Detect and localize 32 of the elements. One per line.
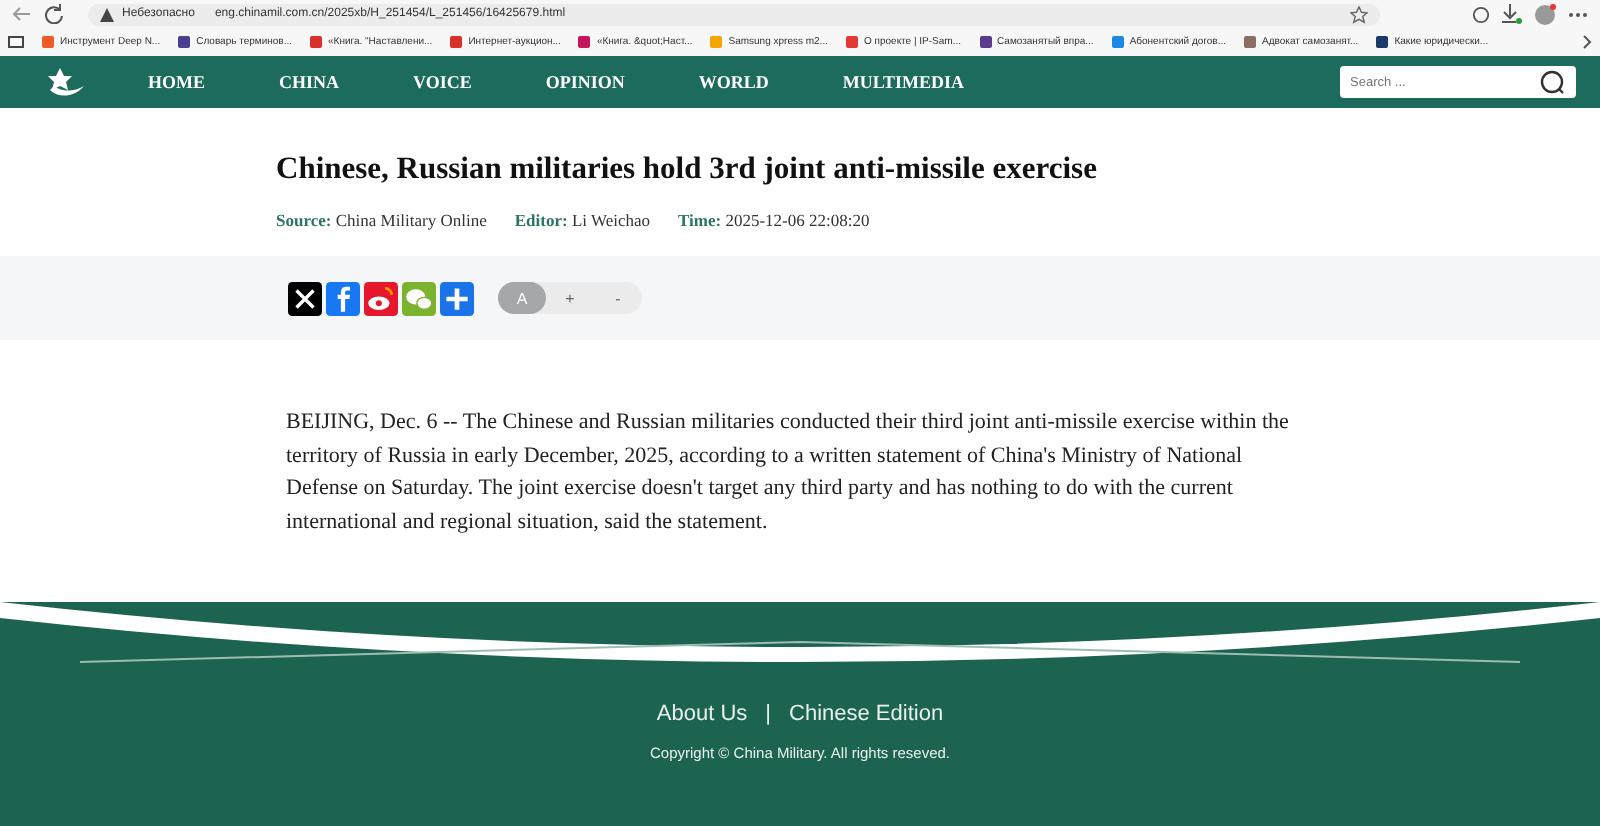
chevron-icon[interactable] [1582, 34, 1592, 50]
article-body: BEIJING, Dec. 6 -- The Chinese and Russian militaries conducted their third joint anti-missile exercise within the territory of Russia in early December, 2025, according to a written statement of China's Ministry of National Defense on Saturday. The joint exercise doesn't target any third party and has nothing to do with the current international and regional situation, said the statement. [286, 408, 1291, 537]
font-decrease-button[interactable]: - [594, 282, 642, 314]
nav-link[interactable]: WORLD [698, 72, 769, 92]
separator-text: | [765, 702, 772, 726]
footer-link[interactable]: About Us [656, 702, 748, 726]
warning-icon [100, 7, 114, 21]
meta-field: Source: China Military Online [276, 210, 487, 230]
facebook-share-icon[interactable] [326, 281, 360, 315]
font-increase-button[interactable]: + [546, 282, 594, 314]
apps-icon[interactable] [8, 35, 24, 49]
back-icon[interactable] [12, 4, 32, 24]
nav-link[interactable]: HOME [148, 72, 205, 92]
download-icon[interactable] [1502, 4, 1522, 24]
logo-icon[interactable] [44, 66, 88, 98]
reload-icon[interactable] [44, 4, 64, 24]
plus-share-icon[interactable] [440, 281, 474, 315]
search-icon[interactable] [1540, 70, 1564, 94]
extensions-icon[interactable] [1472, 5, 1490, 23]
profile-avatar-icon[interactable] [1534, 3, 1556, 25]
nav-link[interactable]: MULTIMEDIA [842, 72, 965, 92]
article-title: Chinese, Russian militaries hold 3rd joint anti-missile exercise [276, 152, 1099, 188]
star-icon[interactable] [1350, 5, 1368, 23]
meta-field: Editor: Li Weichao [514, 210, 650, 230]
weibo-share-icon[interactable] [364, 281, 398, 315]
nav-link[interactable]: OPINION [545, 72, 625, 92]
x-share-icon[interactable] [288, 281, 322, 315]
footer-link[interactable]: Chinese Edition [789, 702, 944, 726]
menu-icon[interactable] [1568, 11, 1588, 17]
nav-link[interactable]: VOICE [413, 72, 472, 92]
nav-link[interactable]: CHINA [279, 72, 340, 92]
meta-field: Time: 2025-12-06 22:08:20 [678, 210, 870, 230]
